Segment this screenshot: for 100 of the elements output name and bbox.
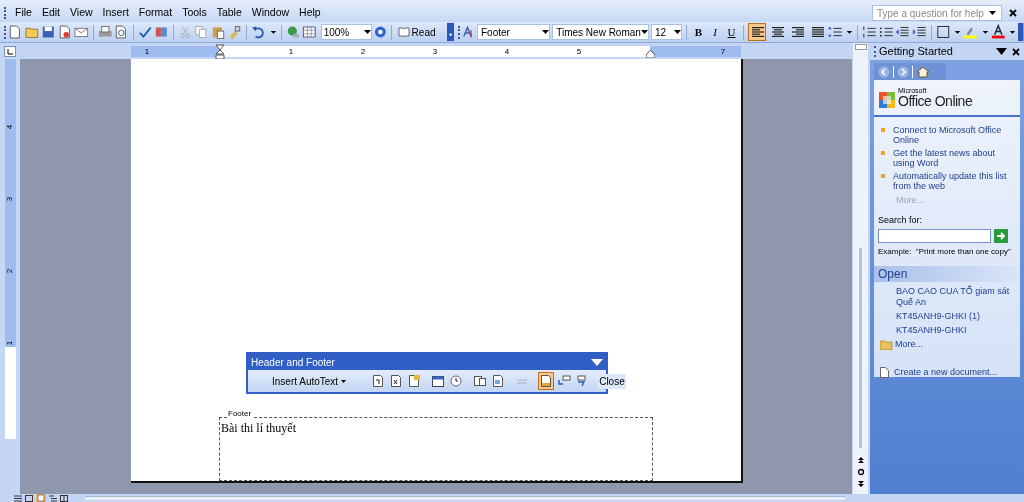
switch-header-footer-button[interactable]: [538, 372, 555, 390]
italic-button[interactable]: I: [707, 24, 723, 40]
toolbar-title: Header and Footer: [251, 355, 335, 370]
ruler-number: 2: [360, 46, 366, 56]
tab-selector-button[interactable]: [4, 46, 16, 57]
font-size-dropdown[interactable]: 12: [650, 24, 683, 40]
help-icon[interactable]: [373, 25, 387, 39]
format-page-number-icon: [407, 374, 422, 388]
undo-icon[interactable]: [250, 24, 266, 40]
align-left-button[interactable]: [747, 23, 766, 41]
bullet-icon: [881, 174, 885, 178]
search-example: Example: "Print more than one copy": [878, 246, 1011, 258]
office-logo-icon: [878, 91, 896, 109]
menu-item[interactable]: Format: [133, 5, 178, 21]
menu-item[interactable]: Tools: [177, 5, 212, 21]
print-preview-icon[interactable]: [114, 24, 129, 40]
permission-icon[interactable]: [57, 24, 73, 40]
close-button[interactable]: Close: [598, 373, 626, 389]
task-link[interactable]: Automatically update this list from the web: [893, 171, 1018, 191]
home-icon[interactable]: [916, 65, 930, 78]
clock-icon: [449, 374, 464, 388]
menu-item[interactable]: Edit: [36, 5, 65, 21]
toolbar-options-icon[interactable]: [1018, 22, 1024, 42]
outline-view-icon[interactable]: [49, 494, 57, 502]
footer-tag: Footer: [227, 409, 253, 418]
search-field[interactable]: [878, 229, 991, 243]
border-icon[interactable]: [935, 24, 951, 40]
web-view-icon[interactable]: [25, 494, 33, 502]
format-page-number-button[interactable]: [406, 372, 423, 390]
toolbar-options-icon[interactable]: [446, 22, 455, 42]
font-color-icon[interactable]: [990, 24, 1006, 40]
styles-icon[interactable]: [462, 25, 475, 39]
caret-icon[interactable]: [674, 30, 682, 34]
close-icon[interactable]: [1009, 9, 1017, 17]
ruler-number: 2: [6, 268, 14, 274]
help-search-field[interactable]: Type a question for help: [872, 5, 1002, 21]
caret-icon[interactable]: [363, 30, 371, 34]
ruler-number: 4: [6, 124, 14, 130]
page-setup-icon: [473, 374, 488, 388]
bullet-icon: [881, 151, 885, 155]
new-document-icon[interactable]: [8, 24, 23, 40]
table-icon[interactable]: [302, 24, 317, 40]
browse-object-icon[interactable]: [856, 468, 865, 476]
more-files-link[interactable]: More...: [895, 338, 923, 352]
line-spacing-icon[interactable]: [827, 24, 843, 40]
recent-file-link[interactable]: KT45ANH9-GHKI (1): [896, 311, 1016, 322]
task-link[interactable]: Get the latest news about using Word: [893, 148, 1018, 168]
previous-page-icon[interactable]: [856, 456, 865, 464]
ruler-number: 3: [432, 46, 438, 56]
menu-item[interactable]: Table: [211, 5, 247, 21]
recent-file-link[interactable]: KT45ANH9-GHKI: [896, 325, 1016, 336]
show-text-icon: [491, 374, 506, 388]
create-document-link[interactable]: Create a new document...: [894, 365, 998, 379]
page-number-icon: [371, 374, 386, 388]
ruler-number: 1: [288, 46, 294, 56]
ruler-number: 1: [6, 340, 14, 346]
split-box[interactable]: [854, 44, 867, 50]
dropdown-arrow-icon[interactable]: [996, 48, 1007, 55]
next-page-icon[interactable]: [856, 480, 865, 488]
forward-icon[interactable]: [897, 65, 909, 78]
close-icon[interactable]: [1012, 47, 1020, 56]
globe-link-icon[interactable]: [285, 24, 301, 40]
calendar-icon: [431, 374, 446, 388]
menu-item[interactable]: File: [10, 5, 37, 21]
font-dropdown[interactable]: Times New Roman: [552, 24, 649, 40]
footer-text: Bài thi lí thuyết: [221, 421, 296, 435]
caret-icon[interactable]: [542, 30, 550, 34]
menu-item[interactable]: View: [65, 5, 98, 21]
numbering-icon[interactable]: [862, 24, 877, 40]
style-dropdown[interactable]: Footer: [476, 24, 551, 40]
menu-item[interactable]: Help: [294, 5, 326, 21]
reading-view-icon[interactable]: [60, 494, 68, 502]
bold-button[interactable]: B: [691, 24, 706, 40]
underline-button[interactable]: U: [724, 24, 739, 40]
normal-view-icon[interactable]: [14, 494, 22, 502]
zoom-dropdown[interactable]: 100%: [320, 24, 372, 40]
menu-item[interactable]: Insert: [97, 5, 134, 21]
folder-icon: [880, 339, 893, 351]
ruler-number: 3: [6, 196, 14, 202]
menu-item[interactable]: Window: [246, 5, 295, 21]
recent-file-link[interactable]: BAO CAO CUA TỔ giam sát Quế An: [896, 286, 1016, 308]
insert-autotext-button[interactable]: Insert AutoText: [270, 373, 349, 389]
research-icon[interactable]: [154, 24, 169, 40]
caret-icon[interactable]: [640, 30, 648, 34]
save-icon[interactable]: [41, 24, 56, 40]
go-arrow-icon[interactable]: [994, 229, 1008, 243]
back-icon[interactable]: [878, 65, 890, 78]
show-previous-icon: [557, 374, 572, 388]
indent-marker-icon[interactable]: [215, 43, 225, 60]
print-icon[interactable]: [97, 24, 113, 40]
task-link[interactable]: Connect to Microsoft Office Online: [893, 125, 1018, 145]
ruler-number: 4: [504, 46, 510, 56]
spelling-icon[interactable]: [137, 24, 153, 40]
paste-icon[interactable]: [210, 24, 226, 40]
format-painter-icon[interactable]: [227, 24, 243, 40]
read-button[interactable]: Read: [395, 24, 438, 40]
logo-text: Office Online: [898, 94, 973, 109]
ruler-number: 1: [144, 46, 150, 56]
dropdown-arrow-icon[interactable]: [989, 11, 996, 15]
switch-header-footer-icon: [539, 374, 554, 388]
